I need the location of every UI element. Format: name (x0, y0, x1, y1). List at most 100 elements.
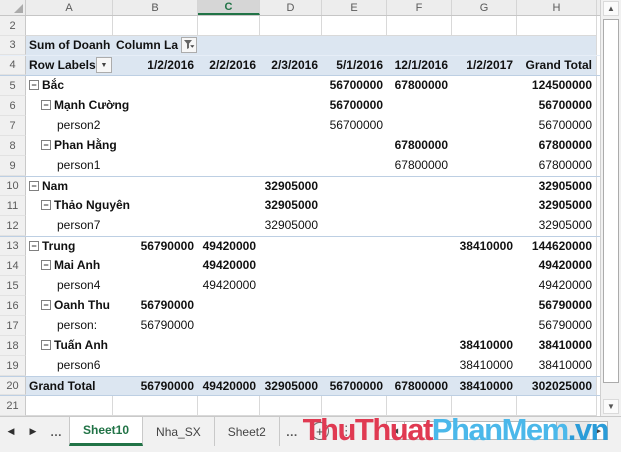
row-header-5[interactable]: 5 (0, 76, 26, 96)
pivot-value-cell[interactable] (322, 296, 387, 316)
horizontal-scrollbar-track[interactable] (557, 422, 590, 439)
row-header-12[interactable]: 12 (0, 216, 26, 236)
select-all-button[interactable] (0, 0, 26, 15)
tab-sheet2[interactable]: Sheet2 (215, 417, 280, 446)
pivot-value-cell[interactable] (198, 76, 260, 96)
pivot-value-cell[interactable]: 38410000 (452, 237, 517, 256)
cell[interactable] (198, 396, 260, 416)
pivot-row-label[interactable]: person6 (26, 356, 113, 376)
cell[interactable] (198, 16, 260, 36)
pivot-column-header[interactable]: 2/3/2016 (260, 56, 322, 75)
pivot-value-cell[interactable] (387, 336, 452, 356)
cell[interactable] (322, 16, 387, 36)
pivot-row-label[interactable]: Grand Total (26, 377, 113, 395)
pivot-column-header[interactable]: 2/2/2016 (198, 56, 260, 75)
row-header-8[interactable]: 8 (0, 136, 26, 156)
pivot-column-header[interactable]: 1/2/2016 (113, 56, 198, 75)
pivot-value-cell[interactable]: 49420000 (517, 276, 597, 296)
cell[interactable] (260, 396, 322, 416)
pivot-value-cell[interactable] (113, 276, 198, 296)
pivot-value-cell[interactable]: 67800000 (387, 156, 452, 176)
pivot-value-cell[interactable] (452, 96, 517, 116)
pivot-value-cell[interactable]: 56790000 (113, 316, 198, 336)
pivot-value-cell[interactable] (322, 196, 387, 216)
pivot-value-cell[interactable] (387, 356, 452, 376)
pivot-value-cell[interactable] (387, 216, 452, 236)
column-header-b[interactable]: B (113, 0, 198, 15)
row-header-16[interactable]: 16 (0, 296, 26, 316)
collapse-icon[interactable]: − (41, 259, 51, 270)
row-header-6[interactable]: 6 (0, 96, 26, 116)
pivot-row-label[interactable]: − Trung (26, 237, 113, 256)
pivot-value-cell[interactable] (322, 276, 387, 296)
pivot-value-cell[interactable] (198, 156, 260, 176)
pivot-value-cell[interactable]: 32905000 (517, 177, 597, 196)
pivot-value-cell[interactable]: 56790000 (517, 296, 597, 316)
cell[interactable] (113, 396, 198, 416)
pivot-value-cell[interactable] (113, 136, 198, 156)
pivot-value-cell[interactable] (452, 196, 517, 216)
pivot-value-cell[interactable] (260, 136, 322, 156)
pivot-value-cell[interactable] (452, 177, 517, 196)
pivot-value-cell[interactable] (260, 276, 322, 296)
pivot-value-cell[interactable] (198, 316, 260, 336)
pivot-value-cell[interactable] (452, 216, 517, 236)
pivot-value-cell[interactable] (387, 316, 452, 336)
pivot-value-cell[interactable] (260, 336, 322, 356)
pivot-value-cell[interactable] (387, 96, 452, 116)
column-header-g[interactable]: G (452, 0, 517, 15)
pivot-value-cell[interactable] (322, 336, 387, 356)
scroll-down-button[interactable]: ▼ (603, 399, 619, 414)
pivot-value-cell[interactable]: 302025000 (517, 377, 597, 395)
pivot-value-cell[interactable]: 56790000 (113, 377, 198, 395)
collapse-icon[interactable]: − (41, 299, 51, 310)
pivot-value-cell[interactable]: 49420000 (198, 256, 260, 276)
pivot-value-cell[interactable] (113, 177, 198, 196)
pivot-value-cell[interactable]: 67800000 (387, 377, 452, 395)
row-header-11[interactable]: 11 (0, 196, 26, 216)
pivot-value-cell[interactable] (260, 237, 322, 256)
pivot-value-cell[interactable]: 49420000 (198, 377, 260, 395)
pivot-value-cell[interactable] (198, 216, 260, 236)
tab-overflow-left[interactable]: … (44, 417, 69, 446)
row-header-17[interactable]: 17 (0, 316, 26, 336)
pivot-row-label[interactable]: − Mai Anh (26, 256, 113, 276)
row-header-10[interactable]: 10 (0, 177, 26, 196)
pivot-value-cell[interactable]: 56700000 (517, 116, 597, 136)
pivot-value-cell[interactable] (452, 116, 517, 136)
pivot-row-label[interactable]: person: (26, 316, 113, 336)
pivot-value-cell[interactable]: 67800000 (517, 156, 597, 176)
pivot-value-cell[interactable] (452, 316, 517, 336)
vertical-scrollbar[interactable]: ▲ ▼ (600, 0, 621, 416)
pivot-value-cell[interactable] (387, 276, 452, 296)
pivot-value-cell[interactable] (198, 116, 260, 136)
pivot-value-cell[interactable] (387, 116, 452, 136)
pivot-value-cell[interactable]: 67800000 (517, 136, 597, 156)
tab-nha-sx[interactable]: Nha_SX (143, 417, 215, 446)
tab-overflow-right[interactable]: … (280, 417, 305, 446)
vertical-scrollbar-thumb[interactable] (603, 19, 619, 383)
pivot-row-label[interactable]: person1 (26, 156, 113, 176)
pivot-value-cell[interactable]: 49420000 (517, 256, 597, 276)
pivot-column-header[interactable]: 1/2/2017 (452, 56, 517, 75)
tab-nav-left-button[interactable]: ◀ (0, 417, 22, 446)
pivot-value-cell[interactable] (198, 96, 260, 116)
pivot-value-cell[interactable]: 56700000 (322, 96, 387, 116)
add-sheet-button[interactable]: + (310, 422, 329, 440)
pivot-value-cell[interactable] (113, 156, 198, 176)
pivot-value-cell[interactable] (260, 116, 322, 136)
pivot-value-cell[interactable] (387, 237, 452, 256)
scroll-up-button[interactable]: ▲ (603, 1, 619, 16)
pivot-value-cell[interactable]: 56790000 (517, 316, 597, 336)
pivot-value-cell[interactable]: 56700000 (322, 76, 387, 96)
pivot-value-cell[interactable]: 38410000 (517, 336, 597, 356)
cell[interactable] (113, 16, 198, 36)
pivot-value-cell[interactable] (113, 116, 198, 136)
pivot-value-cell[interactable] (113, 336, 198, 356)
row-header-3[interactable]: 3 (0, 36, 26, 55)
pivot-value-cell[interactable]: 56790000 (113, 237, 198, 256)
cell[interactable] (387, 16, 452, 36)
pivot-value-cell[interactable] (113, 356, 198, 376)
collapse-icon[interactable]: − (29, 180, 39, 191)
collapse-icon[interactable]: − (41, 139, 51, 150)
